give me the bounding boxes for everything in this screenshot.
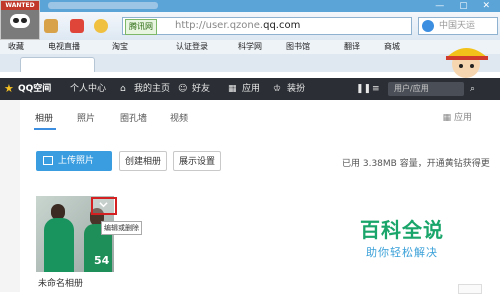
scroll-corner[interactable] xyxy=(458,284,482,294)
apps-grid-icon[interactable]: ▦ xyxy=(228,78,237,100)
fav-item-2[interactable]: 淘宝 xyxy=(112,40,128,54)
nav-personal-center[interactable]: 个人中心 xyxy=(70,78,106,100)
upload-photo-button[interactable]: 上传照片 xyxy=(36,151,112,171)
apps-grid-small-icon: ▦ xyxy=(442,113,454,123)
fav-item-0[interactable]: 收藏 xyxy=(8,40,24,54)
tab-albums[interactable]: 相册 xyxy=(35,111,53,124)
image-icon xyxy=(43,156,53,165)
browser-tab[interactable] xyxy=(20,57,95,72)
address-engine-label[interactable]: 腾讯网 xyxy=(125,19,157,35)
friends-icon[interactable]: ☺ xyxy=(178,78,187,100)
fav-item-6[interactable]: 翻译 xyxy=(344,40,360,54)
storage-usage-text: 已用 3.38MB 容量，开通黄钻获得更 xyxy=(342,159,490,169)
close-x-icon[interactable] xyxy=(70,19,84,33)
qzone-search-placeholder: 用户/应用 xyxy=(394,84,429,93)
pause-icon[interactable]: ❚❚ xyxy=(356,78,371,100)
edit-delete-tooltip: 编辑或删除 xyxy=(101,221,142,235)
tab-photos[interactable]: 照片 xyxy=(77,111,95,124)
apps-link[interactable]: ▦ 应用 xyxy=(443,110,472,123)
fav-item-3[interactable]: 认证登录 xyxy=(176,40,208,54)
upload-photo-label: 上传照片 xyxy=(58,156,95,166)
fav-item-7[interactable]: 商城 xyxy=(384,40,400,54)
home-icon[interactable]: ⌂ xyxy=(120,78,126,100)
tab-wall[interactable]: 圈孔墙 xyxy=(120,111,147,124)
mask-icon xyxy=(10,14,30,28)
active-tab-indicator xyxy=(34,128,56,130)
address-url[interactable]: http://user.qzone.qq.com xyxy=(175,19,300,33)
search-engine-icon xyxy=(422,20,434,32)
watermark-logo: 百科全说 助你轻松解决 xyxy=(346,208,458,266)
nav-friends[interactable]: 好友 xyxy=(192,78,210,100)
qzone-logo[interactable]: QQ空间 xyxy=(18,78,51,100)
nav-my-home[interactable]: 我的主页 xyxy=(134,78,170,100)
gun-icon[interactable] xyxy=(44,19,58,33)
star-icon[interactable]: ★ xyxy=(4,78,14,100)
fav-item-1[interactable]: 电视直播 xyxy=(48,40,80,54)
hat-icon[interactable] xyxy=(94,19,108,33)
nav-dressup[interactable]: 装扮 xyxy=(287,78,305,100)
cartoon-decoration-icon xyxy=(446,48,488,78)
chevron-down-icon xyxy=(99,202,108,208)
browser-search-placeholder: 中国天运 xyxy=(439,21,476,31)
wanted-badge: WANTED xyxy=(0,0,40,40)
create-album-button[interactable]: 创建相册 xyxy=(119,151,167,171)
album-name[interactable]: 未命名相册 xyxy=(38,276,83,289)
display-settings-button[interactable]: 展示设置 xyxy=(173,151,221,171)
address-bar[interactable]: 腾讯网 http://user.qzone.qq.com xyxy=(122,17,412,35)
wanted-badge-text: WANTED xyxy=(1,1,39,10)
search-icon[interactable]: ⌕ xyxy=(470,78,475,100)
apps-link-label: 应用 xyxy=(453,113,472,123)
watermark-title: 百科全说 xyxy=(360,218,444,242)
photo-count: 54 xyxy=(94,254,110,267)
nav-apps[interactable]: 应用 xyxy=(242,78,260,100)
window-controls[interactable]: — ▢ ✕ xyxy=(435,1,496,11)
window-title xyxy=(48,2,158,9)
fav-item-5[interactable]: 图书馆 xyxy=(286,40,310,54)
edit-delete-button[interactable] xyxy=(91,197,117,215)
browser-search-input[interactable]: 中国天运 xyxy=(418,17,498,35)
list-icon[interactable]: ≡ xyxy=(372,78,380,100)
photo-figure xyxy=(44,218,74,272)
window-titlebar: — ▢ ✕ xyxy=(0,0,500,12)
qzone-search-input[interactable]: 用户/应用 xyxy=(388,82,464,96)
album-subnav: 相册 照片 圈孔墙 视频 xyxy=(20,100,500,132)
tab-videos[interactable]: 视频 xyxy=(170,111,188,124)
dress-icon[interactable]: ♔ xyxy=(273,78,281,100)
watermark-subtitle: 助你轻松解决 xyxy=(366,246,438,259)
fav-item-4[interactable]: 科学网 xyxy=(238,40,262,54)
